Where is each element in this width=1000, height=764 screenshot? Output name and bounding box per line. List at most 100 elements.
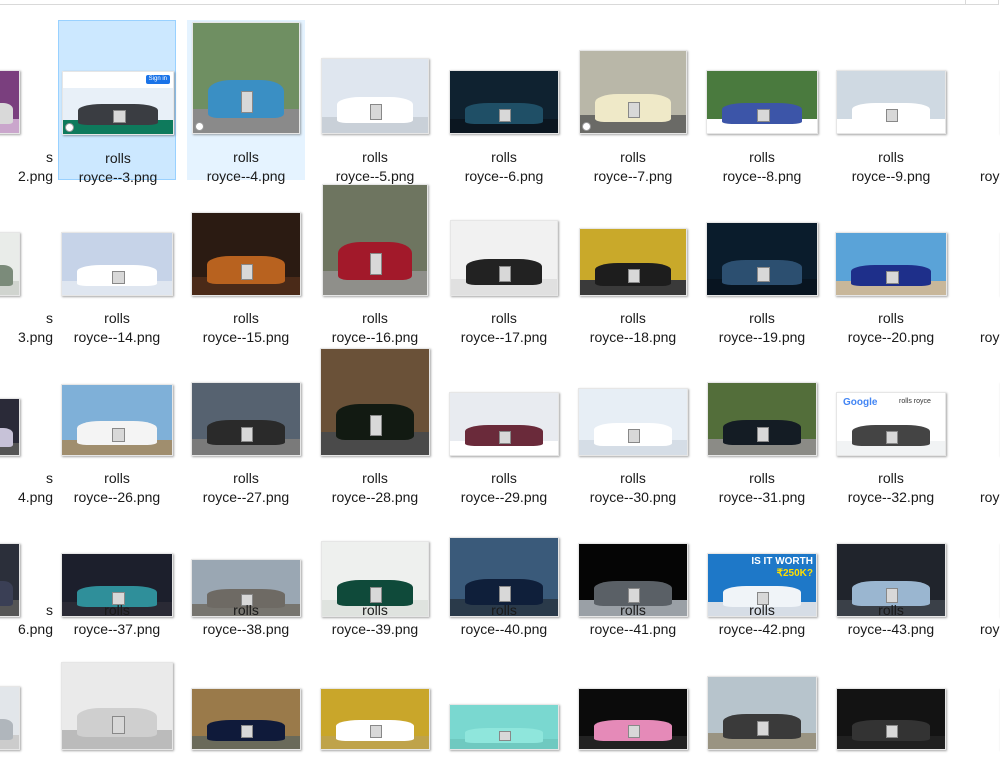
file-item[interactable]: rollsroyce--8.png	[703, 20, 821, 180]
file-item[interactable]: rollsroyce--26.png	[58, 342, 176, 502]
file-item[interactable]: s4.png	[0, 342, 55, 502]
file-name-line1: rolls	[316, 601, 434, 620]
file-item[interactable]: rollsroyce--29.png	[445, 342, 563, 502]
file-item[interactable]: Sign inrollsroyce--3.png	[58, 20, 176, 180]
thumbnail-image: Googlerolls royce	[836, 392, 946, 456]
file-item[interactable]: rollsroyce--20.png	[832, 182, 950, 342]
car-icon	[0, 428, 13, 447]
file-item[interactable]: rollsroyce--28.png	[316, 342, 434, 502]
address-bar-edge	[0, 0, 1000, 6]
file-name-label: rollsroyce--40.png	[445, 601, 563, 639]
thumbnail-image	[578, 688, 688, 750]
file-name-line1: rolls	[574, 601, 692, 620]
thumbnail-image	[578, 388, 688, 456]
thumbnail-frame	[187, 342, 305, 456]
file-name-line1: rolls	[316, 148, 434, 167]
thumbnail-image	[449, 704, 559, 750]
file-item[interactable]: rollsroyce--30.png	[574, 342, 692, 502]
file-item[interactable]: roy	[961, 20, 1000, 180]
toolbar-divider	[0, 4, 965, 5]
grille-icon	[112, 428, 125, 443]
thumbnail-frame: Sign in	[59, 21, 177, 135]
file-name-line1: s	[0, 469, 53, 488]
file-name-line1: rolls	[445, 148, 563, 167]
grille-icon	[757, 427, 770, 442]
file-item[interactable]: s3.png	[0, 182, 55, 342]
grille-icon	[499, 266, 512, 281]
file-item[interactable]: roy	[961, 503, 1000, 663]
grille-icon	[757, 109, 770, 122]
file-item[interactable]	[445, 664, 563, 764]
file-name-label: rollsroyce--38.png	[187, 601, 305, 639]
grille-icon	[886, 271, 899, 284]
file-item[interactable]	[316, 664, 434, 764]
file-item[interactable]: Googlerolls roycerollsroyce--32.png	[832, 342, 950, 502]
thumbnail-frame	[703, 342, 821, 456]
grille-icon	[112, 716, 125, 733]
file-name-label: rollsroyce--42.png	[703, 601, 821, 639]
thumbnail-frame	[58, 664, 176, 750]
thumbnail-frame	[961, 664, 1000, 750]
overlay-icon	[65, 123, 74, 132]
file-item[interactable]: rollsroyce--18.png	[574, 182, 692, 342]
file-item[interactable]: s6.png	[0, 503, 55, 663]
file-item[interactable]: IS IT WORTH₹250K?rollsroyce--42.png	[703, 503, 821, 663]
file-item[interactable]: rollsroyce--7.png	[574, 20, 692, 180]
file-item[interactable]: rollsroyce--14.png	[58, 182, 176, 342]
file-item[interactable]: rollsroyce--38.png	[187, 503, 305, 663]
grille-icon	[628, 102, 641, 119]
file-name-line2: royce--39.png	[316, 620, 434, 639]
thumbnail-frame	[574, 664, 692, 750]
file-item[interactable]: rollsroyce--39.png	[316, 503, 434, 663]
file-name-line1: rolls	[445, 469, 563, 488]
file-item[interactable]	[0, 664, 55, 764]
thumbnail-image	[836, 688, 946, 750]
file-name-label: rollsroyce--26.png	[58, 469, 176, 507]
file-item[interactable]: s2.png	[0, 20, 55, 180]
thumbnail-frame	[0, 503, 55, 617]
file-item[interactable]: rollsroyce--41.png	[574, 503, 692, 663]
thumbnail-image	[449, 392, 559, 456]
file-name-line1: rolls	[703, 469, 821, 488]
file-item[interactable]: roy	[961, 342, 1000, 502]
grille-icon	[241, 91, 254, 113]
file-item[interactable]	[832, 664, 950, 764]
file-item[interactable]: rollsroyce--6.png	[445, 20, 563, 180]
file-item[interactable]: rollsroyce--4.png	[187, 20, 305, 180]
grille-icon	[112, 271, 125, 284]
thumbnail-frame	[187, 20, 305, 134]
file-item[interactable]: rollsroyce--31.png	[703, 342, 821, 502]
file-item[interactable]: rollsroyce--27.png	[187, 342, 305, 502]
file-item[interactable]	[187, 664, 305, 764]
file-item[interactable]: rollsroyce--16.png	[316, 182, 434, 342]
file-item[interactable]: rollsroyce--17.png	[445, 182, 563, 342]
thumbnail-image	[835, 232, 947, 296]
file-item[interactable]: rollsroyce--15.png	[187, 182, 305, 342]
file-item[interactable]: rollsroyce--5.png	[316, 20, 434, 180]
grille-icon	[370, 253, 382, 275]
file-item[interactable]: rollsroyce--43.png	[832, 503, 950, 663]
file-name-line1	[980, 309, 1000, 328]
search-box-edge[interactable]	[965, 0, 999, 5]
file-item[interactable]: rollsroyce--37.png	[58, 503, 176, 663]
file-item[interactable]: rollsroyce--40.png	[445, 503, 563, 663]
file-item[interactable]	[58, 664, 176, 764]
file-item[interactable]	[961, 664, 1000, 764]
file-item[interactable]: rollsroyce--19.png	[703, 182, 821, 342]
file-name-line1: rolls	[187, 309, 305, 328]
thumbnail-frame	[0, 342, 55, 456]
grille-icon	[628, 725, 641, 738]
thumbnail-frame	[574, 342, 692, 456]
file-item[interactable]	[574, 664, 692, 764]
thumbnail-frame	[316, 342, 434, 456]
thumbnail-frame	[961, 503, 1000, 617]
file-item[interactable]	[703, 664, 821, 764]
file-item[interactable]: rollsroyce--9.png	[832, 20, 950, 180]
overlay-icon	[195, 122, 204, 131]
thumbnail-frame	[58, 342, 176, 456]
file-item[interactable]: roy	[961, 182, 1000, 342]
thumbnail-frame	[316, 503, 434, 617]
thumbnail-frame	[445, 182, 563, 296]
file-name-label: roy	[961, 148, 1000, 186]
file-name-line1: rolls	[58, 309, 176, 328]
